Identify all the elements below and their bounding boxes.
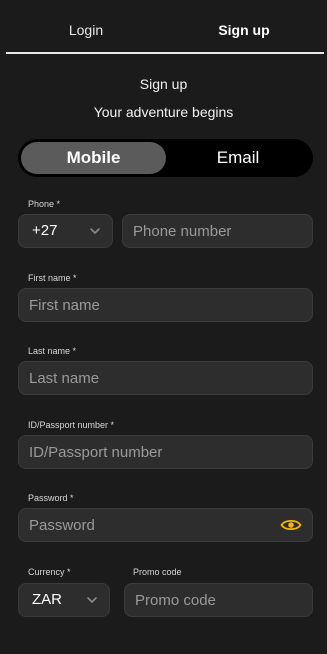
first-name-label: First name * [28,273,77,283]
first-name-input[interactable] [29,289,302,321]
email-option-button[interactable]: Email [168,142,308,174]
phone-number-field [122,214,313,248]
last-name-label: Last name * [28,346,77,356]
tab-login[interactable]: Login [6,22,166,38]
auth-tabs: Login Sign up [0,0,327,56]
country-code-select[interactable]: +27 [18,214,113,248]
first-name-field [18,288,313,322]
tab-underline [6,52,324,54]
password-label: Password * [28,493,74,503]
phone-number-input[interactable] [133,215,302,247]
last-name-field [18,361,313,395]
page-title: Sign up [139,76,188,92]
password-field [18,508,313,542]
chevron-down-icon [90,228,100,234]
password-input[interactable] [29,509,269,541]
last-name-input[interactable] [29,362,302,394]
tab-signup[interactable]: Sign up [164,22,324,38]
country-code-value: +27 [32,222,58,239]
promo-code-label: Promo code [133,567,182,577]
eye-icon[interactable] [280,517,302,533]
promo-code-input[interactable] [135,584,302,616]
page-subtitle: Your adventure begins [93,104,234,120]
currency-select[interactable]: ZAR [18,583,110,617]
mobile-option-button[interactable]: Mobile [21,142,166,174]
promo-code-field [124,583,313,617]
id-number-input[interactable] [29,436,302,468]
currency-value: ZAR [32,591,62,608]
id-number-field [18,435,313,469]
chevron-down-icon [87,597,97,603]
id-number-label: ID/Passport number * [28,420,115,430]
phone-label: Phone * [28,199,61,209]
signup-method-toggle: Mobile Email [18,139,313,177]
currency-label: Currency * [28,567,71,577]
